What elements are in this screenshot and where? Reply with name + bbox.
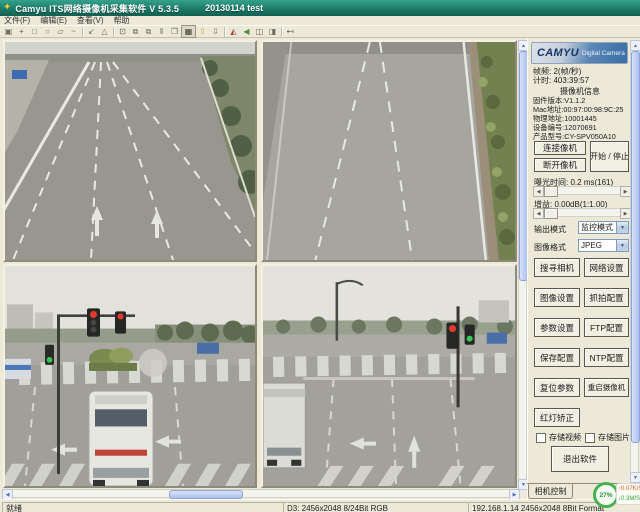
menu-bar: 文件(F) 编辑(E) 查看(V) 帮助 (0, 16, 640, 25)
checkbox-icon[interactable] (536, 433, 546, 443)
toolbar-separator (82, 27, 83, 37)
timer-row: 计时: 403:39:57 (533, 75, 589, 86)
exposure-slider[interactable]: ◀ ▶ (533, 186, 629, 195)
network-speed: ↑0.07K/S ↓0.3M/S (616, 483, 640, 505)
start-stop-button[interactable]: 开始 / 停止 (590, 141, 629, 172)
sidebar-scrollbar[interactable]: ▲ ▼ (630, 40, 639, 481)
camera-view-2[interactable] (261, 40, 517, 262)
image-format-label: 图像格式 (534, 242, 566, 253)
image-settings-button[interactable]: 图像设置 (534, 288, 580, 307)
store-image-label: 存储图片 (598, 432, 630, 443)
window-title-suffix: 20130114 test (205, 3, 263, 13)
split-view-image-icon[interactable]: ◨ (266, 26, 279, 37)
camera-feed-1 (5, 42, 255, 260)
gain-slider[interactable]: ◀ ▶ (533, 208, 629, 217)
store-image-checkbox[interactable]: 存储图片 (585, 432, 630, 443)
reset-params-button[interactable]: 复位参数 (534, 378, 580, 397)
rect-roi-icon[interactable]: □ (28, 26, 41, 37)
param-settings-button[interactable]: 参数设置 (534, 318, 580, 337)
window-titlebar[interactable]: ✦ Camyu ITS网络摄像机采集软件 V 5.3.5 20130114 te… (0, 0, 640, 16)
camera-view-1[interactable] (3, 40, 257, 262)
toolbar-separator (281, 27, 282, 37)
capture-area-icon[interactable]: ▣ (2, 26, 15, 37)
exit-software-button[interactable]: 退出软件 (551, 446, 609, 472)
restart-camera-button[interactable]: 重启摄像机 (584, 378, 629, 397)
camera-view-4[interactable] (261, 264, 517, 488)
split-view-icon[interactable]: ◫ (253, 26, 266, 37)
toolbar: ▣ + □ ○ ▱ ~ ↙ △ ⊡ ⧉ ⧉ ‖ ❐ ▦ ⇧ ⇩ ◭ ◀ ◫ ◨ … (0, 25, 640, 38)
toolbar-separator (113, 27, 114, 37)
search-camera-button[interactable]: 搜寻相机 (534, 258, 580, 277)
timer-value: 403:39:57 (553, 76, 589, 85)
status-ready: 就绪 (2, 502, 288, 512)
brand-banner: CAMYU Digital Camera (531, 42, 628, 64)
brand-name: CAMYU (537, 47, 579, 59)
status-video-info: D3: 2456x2048 8/24Bit RGB (283, 502, 473, 512)
horizontal-scroll-thumb[interactable] (169, 490, 243, 499)
network-gauge-widget[interactable]: 27% ↑0.07K/S ↓0.3M/S (592, 481, 640, 508)
app-window: ✦ Camyu ITS网络摄像机采集软件 V 5.3.5 20130114 te… (0, 0, 640, 512)
camera-feed-2 (263, 42, 515, 260)
ntp-config-button[interactable]: NTP配置 (584, 348, 629, 367)
triangle-icon[interactable]: △ (98, 26, 111, 37)
single-view-icon[interactable]: ❐ (168, 26, 181, 37)
store-video-checkbox[interactable]: 存储视频 (536, 432, 581, 443)
camera-view-3[interactable] (3, 264, 257, 488)
crosshair-icon[interactable]: + (15, 26, 28, 37)
toolbar-separator (224, 27, 225, 37)
capture-config-button[interactable]: 抓拍配置 (584, 288, 629, 307)
window-title: Camyu ITS网络摄像机采集软件 V 5.3.5 (15, 2, 179, 15)
quad-view-icon[interactable]: ▦ (181, 25, 196, 38)
pause-icon[interactable]: ‖ (155, 26, 168, 37)
gain-slider-thumb[interactable] (544, 208, 558, 219)
network-settings-button[interactable]: 网络设置 (584, 258, 629, 277)
output-mode-value: 监控模式 (579, 222, 616, 233)
curve-roi-icon[interactable]: ~ (67, 26, 80, 37)
image-format-select[interactable]: JPEG ▼ (578, 239, 629, 252)
chevron-down-icon[interactable]: ▼ (616, 240, 628, 251)
ftp-config-button[interactable]: FTP配置 (584, 318, 629, 337)
slider-left-icon[interactable]: ◀ (533, 208, 544, 219)
image-format-value: JPEG (579, 241, 616, 250)
pointer-icon[interactable]: ↙ (85, 26, 98, 37)
zoom-fit-icon[interactable]: ⊡ (116, 26, 129, 37)
histogram-icon[interactable]: ◭ (227, 26, 240, 37)
download-speed: ↓0.3M/S (618, 494, 640, 504)
chevron-down-icon[interactable]: ▼ (616, 222, 628, 233)
exposure-slider-thumb[interactable] (544, 186, 558, 197)
save-config-button[interactable]: 保存配置 (534, 348, 580, 367)
app-logo-icon: ✦ (3, 3, 11, 13)
redlight-correction-button[interactable]: 红灯矫正 (534, 408, 580, 427)
zoom-12-icon[interactable]: ⧉ (129, 26, 142, 37)
video-horizontal-scrollbar[interactable]: ◀ ▶ (2, 489, 518, 498)
output-mode-label: 输出模式 (534, 224, 566, 235)
polygon-roi-icon[interactable]: ▱ (54, 26, 67, 37)
checkbox-icon[interactable] (585, 433, 595, 443)
scroll-up-icon[interactable]: ▲ (630, 40, 640, 51)
ellipse-roi-icon[interactable]: ○ (41, 26, 54, 37)
save-image-icon[interactable]: ⇧ (196, 26, 209, 37)
load-image-icon[interactable]: ⇩ (209, 26, 222, 37)
camera-feed-3 (5, 266, 255, 486)
tab-camera-control[interactable]: 相机控制 (528, 484, 573, 499)
status-bar: 就绪 D3: 2456x2048 8/24Bit RGB 192.168.1.1… (0, 499, 640, 512)
store-video-label: 存储视频 (549, 432, 581, 443)
sidebar-scroll-thumb[interactable] (631, 51, 640, 443)
slider-left-icon[interactable]: ◀ (533, 186, 544, 197)
speaker-icon[interactable]: ◀ (240, 26, 253, 37)
video-vertical-scrollbar[interactable]: ▲ ▼ (518, 40, 527, 488)
timer-label: 计时: (533, 76, 551, 85)
connect-camera-button[interactable]: 连接像机 (534, 141, 586, 155)
disconnect-camera-button[interactable]: 断开像机 (534, 158, 586, 172)
brand-tagline: Digital Camera (582, 50, 625, 57)
connector-icon[interactable]: ⊷ (284, 26, 297, 37)
upload-speed: ↑0.07K/S (618, 484, 640, 494)
camera-feed-4 (263, 266, 515, 486)
zoom-21-icon[interactable]: ⧉ (142, 26, 155, 37)
output-mode-select[interactable]: 监控模式 ▼ (578, 221, 629, 234)
